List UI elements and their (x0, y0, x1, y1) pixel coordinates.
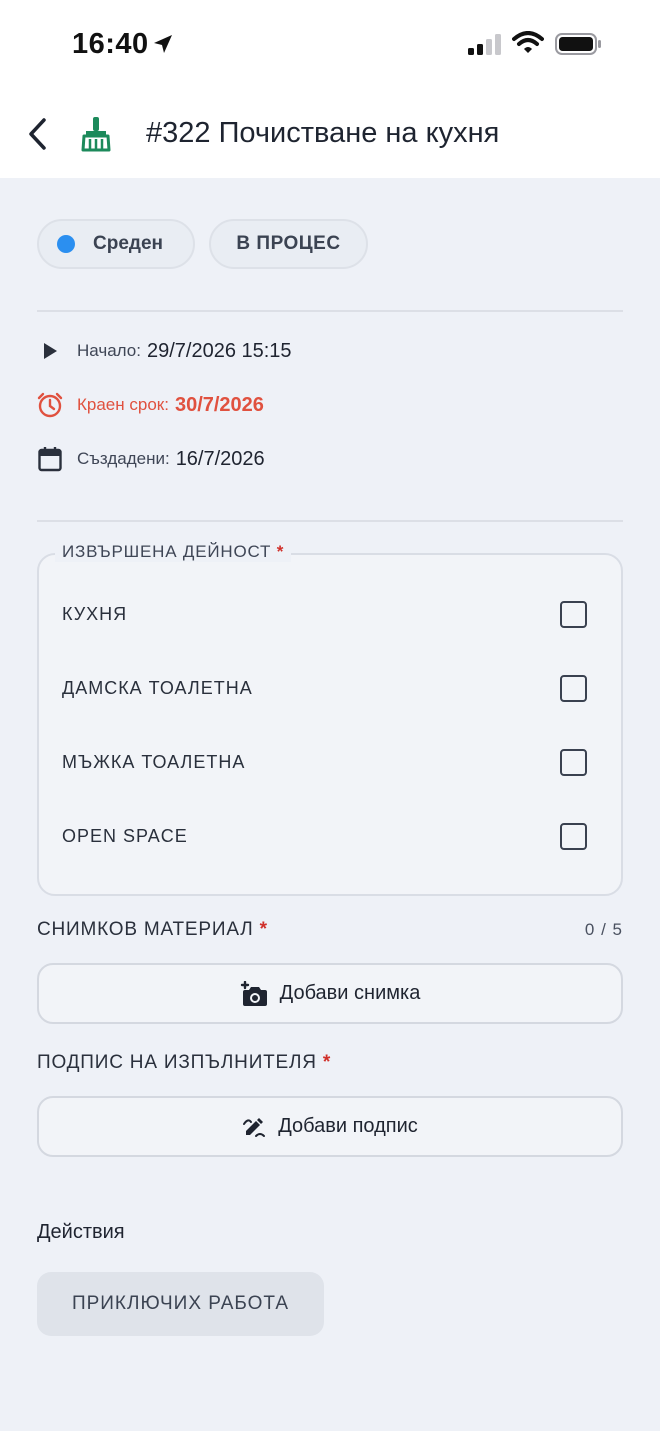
photo-count: 0 / 5 (584, 920, 623, 939)
checkbox-label: МЪЖКА ТОАЛЕТНА (62, 751, 246, 772)
photos-title-label: СНИМКОВ МАТЕРИАЛ (37, 919, 254, 940)
checkbox-label: ДАМСКА ТОАЛЕТНА (62, 677, 253, 698)
add-signature-button[interactable]: Добави подпис (37, 1096, 623, 1157)
checkbox-open-space[interactable] (560, 822, 587, 850)
status-chip[interactable]: В ПРОЦЕС (209, 219, 368, 269)
required-mark: * (259, 919, 268, 940)
finish-work-label: ПРИКЛЮЧИХ РАБОТА (71, 1293, 290, 1314)
signature-title: ПОДПИС НА ИЗПЪЛНИТЕЛЯ * (37, 1052, 331, 1074)
broom-icon (81, 117, 111, 152)
back-chevron-icon[interactable] (24, 116, 54, 152)
photos-title: СНИМКОВ МАТЕРИАЛ * (37, 919, 268, 941)
add-photo-icon (240, 980, 267, 1006)
divider (37, 520, 623, 522)
checkbox-row[interactable]: МЪЖКА ТОАЛЕТНА (62, 744, 587, 780)
status-label: В ПРОЦЕС (236, 233, 341, 254)
created-row: Създадени: 16/7/2026 (37, 444, 265, 474)
status-bar: 16:40 (0, 0, 660, 90)
page-title: #322 Почистване на кухня (146, 117, 500, 149)
priority-dot-icon (57, 235, 75, 253)
checkbox-kitchen[interactable] (560, 600, 587, 628)
priority-chip[interactable]: Среден (37, 219, 195, 269)
calendar-icon (37, 446, 63, 472)
checkbox-row[interactable]: OPEN SPACE (62, 818, 587, 854)
checkbox-mens-toilet[interactable] (560, 748, 587, 776)
wifi-icon (512, 31, 544, 53)
play-icon (37, 338, 63, 364)
created-label: Създадени: (77, 449, 170, 468)
battery-icon (555, 33, 601, 55)
header-bar: #322 Почистване на кухня (0, 90, 660, 178)
add-photo-button[interactable]: Добави снимка (37, 963, 623, 1024)
checkbox-row[interactable]: КУХНЯ (62, 596, 587, 632)
checkbox-label: OPEN SPACE (62, 825, 188, 846)
divider (37, 310, 623, 312)
finish-work-button[interactable]: ПРИКЛЮЧИХ РАБОТА (37, 1272, 324, 1336)
created-value: 16/7/2026 (175, 447, 265, 470)
activity-legend: ИЗВЪРШЕНА ДЕЙНОСТ * (55, 542, 292, 562)
checkbox-ladies-toilet[interactable] (560, 674, 587, 702)
deadline-value: 30/7/2026 (174, 393, 264, 416)
clock-icon (37, 392, 63, 418)
start-label: Начало: (77, 341, 141, 360)
status-time: 16:40 (72, 28, 149, 60)
actions-title: Действия (37, 1221, 125, 1243)
location-arrow-icon (154, 35, 172, 53)
priority-label: Среден (93, 233, 163, 254)
required-mark: * (322, 1052, 332, 1073)
deadline-row: Краен срок: 30/7/2026 (37, 390, 264, 420)
signature-icon (243, 1117, 266, 1137)
checkbox-label: КУХНЯ (62, 603, 128, 624)
required-mark: * (276, 542, 285, 561)
activity-legend-label: ИЗВЪРШЕНА ДЕЙНОСТ (62, 542, 272, 561)
deadline-label: Краен срок: (77, 395, 169, 414)
start-value: 29/7/2026 15:15 (146, 339, 292, 362)
signal-icon (468, 34, 501, 55)
start-row: Начало: 29/7/2026 15:15 (37, 336, 292, 366)
checkbox-row[interactable]: ДАМСКА ТОАЛЕТНА (62, 670, 587, 706)
add-photo-label: Добави снимка (279, 982, 421, 1004)
add-signature-label: Добави подпис (278, 1115, 418, 1137)
signature-title-label: ПОДПИС НА ИЗПЪЛНИТЕЛЯ (37, 1052, 317, 1073)
